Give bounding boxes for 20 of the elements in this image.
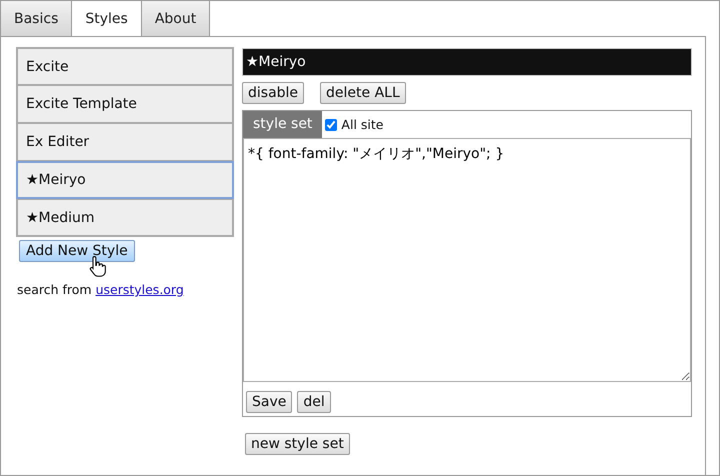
new-style-set-button[interactable]: new style set	[245, 433, 350, 455]
editor-button[interactable]: disable	[242, 82, 304, 104]
all-site-label: All site	[341, 117, 384, 132]
add-style-button[interactable]: Add New Style	[19, 240, 135, 262]
style-set-tab[interactable]: style set	[243, 111, 322, 138]
all-site-checkbox[interactable]	[325, 118, 338, 130]
editor-button[interactable]: delete ALL	[320, 82, 406, 104]
search-label: search from	[17, 282, 93, 297]
tab[interactable]: About	[142, 1, 210, 37]
style-item[interactable]: Excite	[16, 47, 234, 85]
style-name-field[interactable]: ★Meiryo	[242, 48, 692, 76]
code-field[interactable]: *{ font-family: "メイリオ","Meiryo"; }	[243, 138, 691, 382]
style-item[interactable]: Ex Editer	[16, 123, 234, 161]
set-button[interactable]: Save	[246, 391, 292, 413]
style-item[interactable]: ★Meiryo	[16, 161, 234, 199]
set-button[interactable]: del	[297, 391, 331, 413]
style-item[interactable]: ★Medium	[16, 199, 234, 237]
tab[interactable]: Basics	[1, 1, 72, 37]
style-item[interactable]: Excite Template	[16, 85, 234, 123]
userstyles-link[interactable]: userstyles.org	[96, 282, 184, 297]
